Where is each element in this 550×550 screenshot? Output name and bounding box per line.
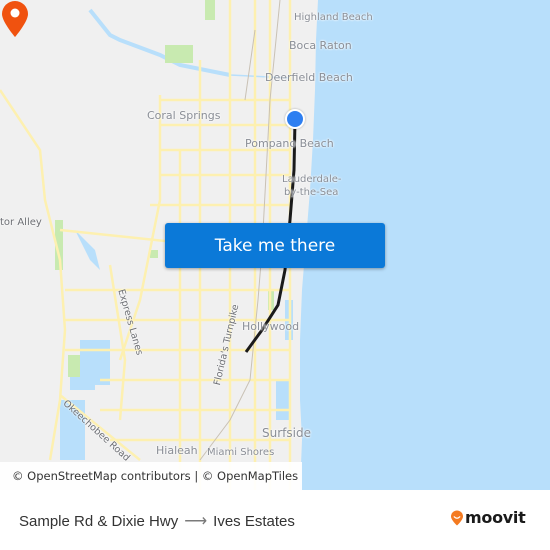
route-summary: Sample Rd & Dixie Hwy ⟶ Ives Estates <box>19 511 295 531</box>
place-boca-raton: Boca Raton <box>289 39 352 52</box>
road-alligator-alley: tor Alley <box>0 217 42 228</box>
place-miami-shores: Miami Shores <box>207 447 275 458</box>
place-surfside: Surfside <box>262 426 311 440</box>
moovit-pin-icon <box>451 510 463 525</box>
origin-dot-icon[interactable] <box>285 109 305 129</box>
destination-name: Ives Estates <box>213 512 295 530</box>
place-pompano-beach: Pompano Beach <box>245 137 334 150</box>
arrow-right-icon: ⟶ <box>184 513 208 530</box>
place-lauderdale-by-the-sea-line1: Lauderdale- <box>282 174 342 185</box>
place-hollywood: Hollywood <box>242 320 300 333</box>
place-hialeah: Hialeah <box>156 444 198 457</box>
destination-pin-icon[interactable] <box>0 0 30 38</box>
place-highland-beach: Highland Beach <box>294 12 373 23</box>
origin-name: Sample Rd & Dixie Hwy <box>19 512 179 530</box>
attribution-text[interactable]: © OpenStreetMap contributors | © OpenMap… <box>12 469 298 483</box>
map[interactable]: Highland Beach Boca Raton Deerfield Beac… <box>0 0 550 490</box>
place-lauderdale-by-the-sea-line2: by-the-Sea <box>284 187 339 198</box>
map-attribution[interactable]: © OpenStreetMap contributors | © OpenMap… <box>0 462 302 490</box>
take-me-there-button[interactable]: Take me there <box>165 223 385 268</box>
moovit-wordmark: moovit <box>465 508 526 527</box>
place-coral-springs: Coral Springs <box>147 109 221 122</box>
moovit-logo[interactable]: moovit <box>450 508 526 527</box>
place-deerfield-beach: Deerfield Beach <box>265 71 353 84</box>
